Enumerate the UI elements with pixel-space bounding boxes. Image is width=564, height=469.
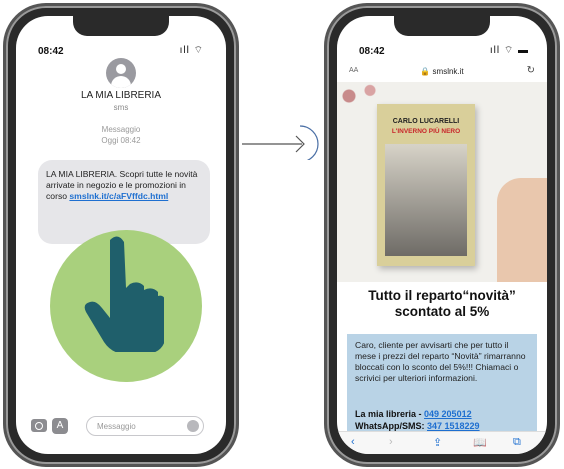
book-photo <box>385 144 467 256</box>
back-icon[interactable]: ‹ <box>351 436 355 448</box>
status-time: 08:42 <box>38 46 64 57</box>
left-phone: 08:42 ıll ⌔ LA MIA LIBRERIA sms Messaggi… <box>6 6 236 464</box>
book-author: CARLO LUCARELLI <box>392 118 460 125</box>
url-text[interactable]: 🔒 smslnk.it <box>337 67 547 76</box>
reload-icon[interactable]: ↻ <box>527 65 535 76</box>
camera-icon[interactable] <box>31 419 47 432</box>
message-input[interactable]: Messaggio <box>86 416 204 436</box>
notch <box>73 16 169 36</box>
store-phone-link[interactable]: 049 205012 <box>424 409 472 419</box>
send-button[interactable] <box>187 420 199 432</box>
whatsapp-phone-link[interactable]: 347 1518229 <box>427 421 480 431</box>
message-input-bar: A Messaggio <box>16 414 226 440</box>
holding-hand <box>497 178 547 282</box>
headline-line-1: Tutto il reparto“novità” <box>368 288 516 303</box>
book-title: L'INVERNO PIÙ NERO <box>391 128 461 135</box>
promo-headline: Tutto il reparto“novità” scontato al 5% <box>337 288 547 320</box>
contact-name: LA MIA LIBRERIA <box>80 90 162 101</box>
url-bar[interactable]: AA 🔒 smslnk.it ↻ <box>337 64 547 80</box>
promo-body-text: Caro, cliente per avvisarti che per tutt… <box>355 340 526 383</box>
app-store-icon[interactable]: A <box>52 418 68 434</box>
message-input-placeholder: Messaggio <box>97 422 136 431</box>
forward-icon[interactable]: › <box>389 436 393 448</box>
pointing-hand-icon <box>84 236 164 352</box>
message-label: Messaggio <box>101 125 141 134</box>
messages-screen: 08:42 ıll ⌔ LA MIA LIBRERIA sms Messaggi… <box>16 16 226 454</box>
contact-type: sms <box>113 103 129 112</box>
contacts-block: La mia libreria - 049 205012 WhatsApp/SM… <box>355 408 480 432</box>
status-signal-icon: ıll ⌔ ▬ <box>489 45 529 56</box>
bookmarks-icon[interactable]: 📖 <box>473 436 487 449</box>
arrow-right-icon <box>242 125 319 160</box>
book-cover: CARLO LUCARELLI L'INVERNO PIÙ NERO <box>377 104 475 266</box>
notch <box>394 16 490 36</box>
book-hero-image: CARLO LUCARELLI L'INVERNO PIÙ NERO <box>337 82 547 282</box>
message-time: Oggi 08:42 <box>101 136 141 145</box>
avatar[interactable] <box>106 58 136 88</box>
browser-toolbar: ‹ › ⇪ 📖 ⧉ <box>337 431 547 454</box>
status-signal-icon: ıll ⌔ <box>179 45 204 56</box>
browser-screen: 08:42 ıll ⌔ ▬ AA 🔒 smslnk.it ↻ CARLO LUC… <box>337 16 547 454</box>
message-meta: Messaggio Oggi 08:42 <box>16 124 226 146</box>
message-link[interactable]: smslnk.it/c/aFVffdc.html <box>69 191 168 201</box>
share-icon[interactable]: ⇪ <box>433 436 442 449</box>
status-time: 08:42 <box>359 46 385 57</box>
contact-label-whatsapp: WhatsApp/SMS: <box>355 421 427 431</box>
right-phone: 08:42 ıll ⌔ ▬ AA 🔒 smslnk.it ↻ CARLO LUC… <box>327 6 557 464</box>
tabs-icon[interactable]: ⧉ <box>513 436 521 449</box>
headline-line-2: scontato al 5% <box>394 304 490 319</box>
contact-label-store: La mia libreria - <box>355 409 425 419</box>
